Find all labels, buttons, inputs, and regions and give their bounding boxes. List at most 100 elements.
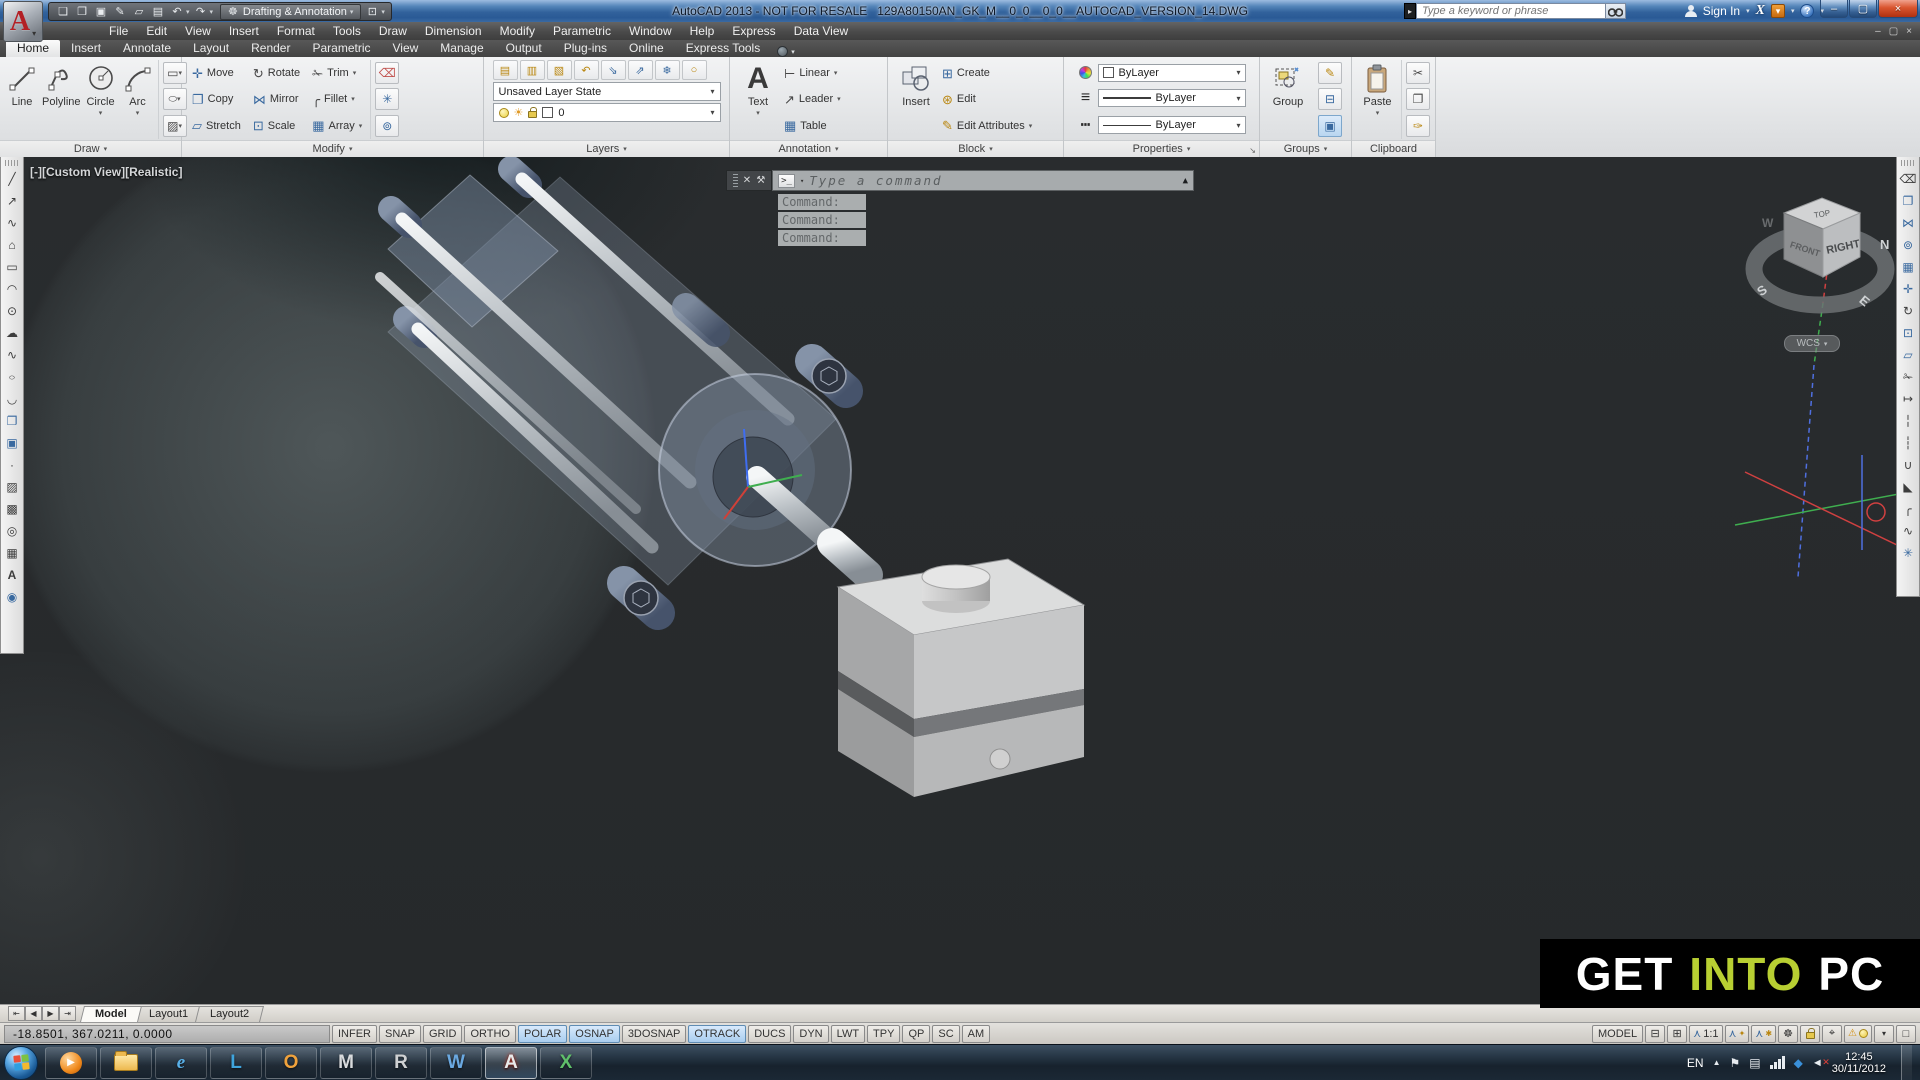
menu-data-view[interactable]: Data View: [785, 23, 857, 39]
start-button[interactable]: [4, 1046, 38, 1080]
extend-tool-icon[interactable]: [1898, 389, 1918, 409]
tab-render[interactable]: Render: [240, 40, 301, 57]
close-button[interactable]: [1878, 0, 1918, 18]
panel-label-groups[interactable]: Groups: [1260, 140, 1351, 157]
ungroup-button[interactable]: [1318, 88, 1342, 110]
circle-tool-icon[interactable]: [2, 301, 22, 321]
lineweight-dropdown[interactable]: ByLayer: [1098, 89, 1246, 107]
restore-button[interactable]: [1849, 0, 1877, 18]
polyline-tool-icon[interactable]: [2, 213, 22, 233]
mdi-restore-button[interactable]: [1889, 26, 1898, 37]
text-tool-icon[interactable]: [2, 565, 22, 585]
menu-modify[interactable]: Modify: [491, 23, 544, 39]
tab-plugins[interactable]: Plug-ins: [553, 40, 618, 57]
first-layout-button[interactable]: [8, 1006, 25, 1021]
menu-express[interactable]: Express: [723, 23, 784, 39]
taskbar-clock[interactable]: 12:45 30/11/2012: [1832, 1051, 1886, 1075]
toggle-am[interactable]: AM: [962, 1025, 991, 1043]
sign-in-button[interactable]: Sign In: [1703, 4, 1740, 18]
toggle-ducs[interactable]: DUCS: [748, 1025, 791, 1043]
communication-center-icon[interactable]: [1771, 4, 1785, 18]
annotation-autoscale-button[interactable]: [1751, 1025, 1776, 1043]
menu-edit[interactable]: Edit: [137, 23, 176, 39]
menu-tools[interactable]: Tools: [324, 23, 370, 39]
close-command-icon[interactable]: [743, 175, 751, 186]
mirror-tool-icon[interactable]: [1898, 213, 1918, 233]
toggle-qp[interactable]: QP: [902, 1025, 930, 1043]
toolbar-grip-icon[interactable]: [5, 160, 19, 166]
stretch-button[interactable]: Stretch: [187, 119, 246, 132]
panel-label-layers[interactable]: Layers: [484, 140, 729, 157]
arc-dropdown-arrow[interactable]: [136, 109, 140, 117]
fillet-tool-icon[interactable]: [1898, 499, 1918, 519]
array-tool-icon[interactable]: [1898, 257, 1918, 277]
menu-help[interactable]: Help: [681, 23, 724, 39]
scale-tool-icon[interactable]: [1898, 323, 1918, 343]
compass-west[interactable]: W: [1762, 216, 1774, 230]
blend-curves-tool-icon[interactable]: [1898, 521, 1918, 541]
trim-tool-icon[interactable]: [1898, 367, 1918, 387]
tab-home[interactable]: Home: [6, 40, 60, 57]
construction-line-tool-icon[interactable]: [2, 191, 22, 211]
create-block-button[interactable]: Create: [942, 67, 1032, 80]
3d-cylinder-model[interactable]: [0, 157, 1920, 1004]
line-button[interactable]: Line: [5, 60, 39, 139]
stretch-tool-icon[interactable]: [1898, 345, 1918, 365]
clean-screen-button[interactable]: [1896, 1025, 1916, 1043]
save-icon[interactable]: [93, 4, 109, 20]
erase-button[interactable]: [375, 62, 399, 84]
ellipse-arc-tool-icon[interactable]: [2, 389, 22, 409]
layer-match-button[interactable]: [520, 60, 545, 80]
circle-dropdown-arrow[interactable]: [99, 109, 103, 117]
table-tool-icon[interactable]: [2, 543, 22, 563]
edit-block-button[interactable]: Edit: [942, 93, 1032, 106]
text-button[interactable]: A Text: [735, 60, 781, 139]
quick-view-drawings-button[interactable]: [1667, 1025, 1687, 1043]
group-edit-button[interactable]: [1318, 62, 1342, 84]
muted-volume-icon[interactable]: [1812, 1057, 1823, 1069]
show-desktop-button[interactable]: [1901, 1045, 1912, 1080]
model-space-button[interactable]: MODEL: [1592, 1025, 1643, 1043]
cut-button[interactable]: [1406, 62, 1430, 84]
layer-state-dropdown[interactable]: Unsaved Layer State: [493, 82, 721, 101]
command-line[interactable]: >_ Type a command: [726, 170, 1194, 191]
insert-block-button[interactable]: Insert: [893, 60, 939, 139]
layer-unisolate-button[interactable]: [574, 60, 599, 80]
paste-dropdown-arrow[interactable]: [1376, 109, 1380, 117]
toggle-infer[interactable]: INFER: [332, 1025, 377, 1043]
menu-file[interactable]: File: [100, 23, 137, 39]
make-block-tool-icon[interactable]: [2, 433, 22, 453]
mdi-close-button[interactable]: [1906, 26, 1912, 37]
move-tool-icon[interactable]: [1898, 279, 1918, 299]
insert-block-tool-icon[interactable]: [2, 411, 22, 431]
tab-manage[interactable]: Manage: [429, 40, 494, 57]
taskbar-word[interactable]: [430, 1047, 482, 1079]
offset-tool-icon[interactable]: [1898, 235, 1918, 255]
layer-thaw-button[interactable]: [628, 60, 653, 80]
language-indicator[interactable]: EN: [1687, 1056, 1704, 1070]
taskbar-excel[interactable]: [540, 1047, 592, 1079]
clevis-bracket[interactable]: [838, 559, 1084, 797]
explode-button[interactable]: [375, 88, 399, 110]
toggle-sc[interactable]: SC: [932, 1025, 959, 1043]
command-line-handle[interactable]: [726, 170, 772, 191]
toggle-otrack[interactable]: OTRACK: [688, 1025, 746, 1043]
save-as-icon[interactable]: [112, 4, 128, 20]
communication-dropdown-arrow[interactable]: [1791, 7, 1795, 15]
annotation-scale-button[interactable]: 1:1: [1689, 1025, 1722, 1043]
taskbar-maya[interactable]: [320, 1047, 372, 1079]
gradient-tool-icon[interactable]: [2, 499, 22, 519]
taskbar-autocad[interactable]: [485, 1047, 537, 1079]
region-tool-icon[interactable]: [2, 521, 22, 541]
rotate-button[interactable]: Rotate: [248, 67, 305, 80]
properties-dialog-launcher[interactable]: [1249, 146, 1256, 155]
break-at-point-tool-icon[interactable]: [1898, 411, 1918, 431]
viewport-controls[interactable]: [-][Custom View][Realistic]: [30, 165, 182, 179]
status-overflow-button[interactable]: [1874, 1025, 1894, 1043]
workspace-switcher[interactable]: Drafting & Annotation: [220, 4, 361, 20]
toolbar-grip-icon[interactable]: [1901, 160, 1915, 166]
toggle-polar[interactable]: POLAR: [518, 1025, 567, 1043]
tab-insert[interactable]: Insert: [60, 40, 112, 57]
tab-express-tools[interactable]: Express Tools: [675, 40, 771, 57]
mirror-button[interactable]: Mirror: [248, 93, 305, 106]
